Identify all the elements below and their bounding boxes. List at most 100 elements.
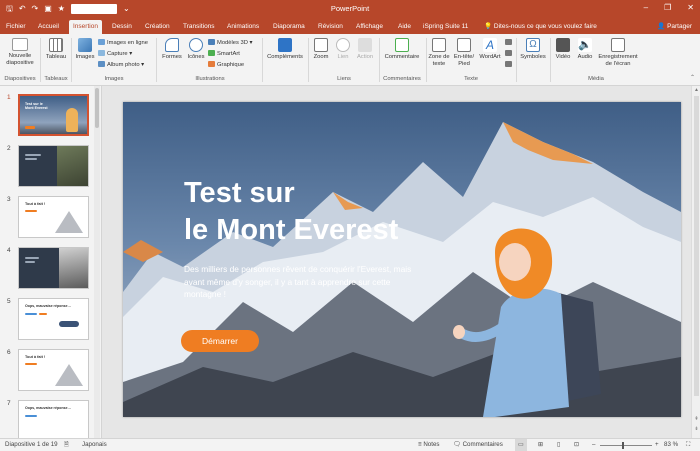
slide-number-button[interactable] [505, 50, 514, 58]
tell-me-search[interactable]: 💡 Dites-nous ce que vous voulez faire [484, 20, 597, 33]
zoom-button[interactable]: Zoom [311, 38, 331, 61]
qat-input-field[interactable] [70, 4, 117, 14]
share-button[interactable]: 👤 Partager [657, 20, 692, 33]
slideshow-view-icon[interactable]: ⊡ [574, 439, 579, 451]
editor-scrollbar-thumb[interactable] [694, 96, 699, 396]
tab-revision[interactable]: Révision [318, 20, 343, 34]
video-button[interactable]: Vidéo [553, 38, 573, 61]
tab-fichier[interactable]: Fichier [6, 20, 26, 34]
header-footer-button[interactable]: En-tête/ Pied [452, 38, 476, 68]
redo-icon[interactable]: ↷ [32, 3, 39, 15]
video-icon [556, 38, 570, 52]
screen-recording-label: Enregistrement de l'écran [598, 54, 638, 67]
date-time-button[interactable] [505, 39, 514, 47]
group-images: Images [104, 76, 124, 82]
zoom-slider[interactable] [600, 445, 652, 446]
zoom-out-icon[interactable]: – [592, 439, 595, 451]
tab-insertion[interactable]: Insertion [69, 20, 102, 34]
tab-accueil[interactable]: Accueil [38, 20, 59, 34]
slide-sorter-icon[interactable]: ⊞ [538, 439, 543, 451]
slide-thumbnail-4[interactable] [18, 247, 89, 289]
zoom-in-icon[interactable]: + [655, 439, 659, 451]
screen-recording-button[interactable]: Enregistrement de l'écran [597, 38, 639, 68]
next-slide-icon[interactable]: ⇟ [693, 426, 700, 432]
textbox-button[interactable]: Zone de texte [428, 38, 450, 68]
table-label: Tableau [45, 54, 67, 60]
table-button[interactable]: Tableau [44, 38, 68, 61]
slide-thumbnail-2[interactable] [18, 145, 89, 187]
editor-vertical-scrollbar[interactable]: ▲ ⇞ ⇟ [691, 86, 700, 438]
start-button[interactable]: Démarrer [181, 330, 259, 352]
comments-button[interactable]: 🗨 Commentaires [453, 439, 503, 451]
online-images-button[interactable]: Images en ligne [98, 39, 148, 47]
slide-thumbnail-5[interactable]: Oops, mauvaise réponse… [18, 298, 89, 340]
thumbnails-scrollbar[interactable] [94, 86, 100, 438]
link-button[interactable]: Lien [333, 38, 353, 61]
new-slide-label: Nouvelle diapositive [6, 53, 34, 66]
icons-button[interactable]: Icônes [185, 38, 207, 61]
collapse-ribbon-icon[interactable]: ⌃ [690, 74, 695, 82]
customize-qat-icon[interactable]: ⌄ [123, 3, 130, 15]
slide-title[interactable]: Test sur le Mont Everest [184, 175, 484, 249]
images-button[interactable]: Images [74, 38, 96, 61]
photo-album-icon [98, 61, 105, 67]
object-button[interactable] [505, 61, 514, 69]
wordart-button[interactable]: A WordArt [478, 38, 502, 61]
normal-view-icon[interactable]: ▭ [515, 439, 527, 451]
fit-to-window-icon[interactable]: ⛶ [686, 439, 690, 451]
previous-slide-icon[interactable]: ⇞ [693, 416, 700, 422]
screenshot-label: Capture [107, 51, 128, 57]
slideshow-icon[interactable]: ▣ [44, 3, 52, 15]
action-button[interactable]: Action [354, 38, 376, 61]
undo-icon[interactable]: ↶ [19, 3, 26, 15]
group-tableaux: Tableaux [44, 76, 68, 82]
notes-button[interactable]: ≡ Notes [418, 439, 440, 451]
minimize-icon[interactable]: – [644, 2, 648, 14]
online-images-label: Images en ligne [107, 40, 148, 46]
smartart-button[interactable]: SmartArt [208, 50, 240, 58]
tab-aide[interactable]: Aide [398, 20, 411, 34]
thumbnail-title: Oops, mauvaise réponse… [25, 406, 72, 410]
tab-creation[interactable]: Création [145, 20, 170, 34]
3d-models-button[interactable]: Modèles 3D ▾ [208, 39, 252, 47]
new-slide-button[interactable]: Nouvelle diapositive [6, 38, 34, 67]
shapes-button[interactable]: Formes [160, 38, 184, 61]
restore-icon[interactable]: ❐ [664, 2, 671, 14]
current-slide[interactable]: Test sur le Mont Everest Des milliers de… [123, 102, 681, 417]
comment-button[interactable]: Commentaire [381, 38, 423, 61]
tab-animations[interactable]: Animations [227, 20, 259, 34]
share-label: Partager [667, 23, 692, 30]
zoom-level[interactable]: 83 % [664, 439, 678, 451]
audio-button[interactable]: 🔈 Audio [575, 38, 595, 61]
reading-view-icon[interactable]: ▯ [557, 439, 560, 451]
tab-dessin[interactable]: Dessin [112, 20, 132, 34]
close-icon[interactable]: ✕ [687, 2, 694, 14]
thumbnail-photo [59, 248, 88, 288]
star-icon[interactable]: ★ [58, 3, 65, 15]
zoom-slider-thumb[interactable] [622, 442, 624, 449]
slide-thumbnail-7[interactable]: Oops, mauvaise réponse… [18, 400, 89, 438]
textbox-label: Zone de texte [428, 54, 450, 67]
spellcheck-icon[interactable]: 🗎 [64, 439, 69, 451]
slide-thumbnail-6[interactable]: Tout à fait ! [18, 349, 89, 391]
photo-album-button[interactable]: Album photo ▾ [98, 61, 144, 69]
header-footer-icon [457, 38, 471, 52]
tab-diaporama[interactable]: Diaporama [273, 20, 305, 34]
group-separator [262, 38, 263, 82]
symbols-button[interactable]: Ω Symboles [518, 38, 548, 61]
thumbnail-character [66, 108, 78, 132]
slide-thumbnail-3[interactable]: Tout à fait ! [18, 196, 89, 238]
addins-button[interactable]: Compléments [264, 38, 306, 61]
chart-button[interactable]: Graphique [208, 61, 244, 69]
link-label: Lien [337, 54, 349, 60]
tab-transitions[interactable]: Transitions [183, 20, 215, 34]
screenshot-button[interactable]: Capture ▾ [98, 50, 132, 58]
thumbnails-scrollbar-thumb[interactable] [95, 88, 99, 128]
tab-ispring[interactable]: iSpring Suite 11 [423, 20, 468, 34]
tab-affichage[interactable]: Affichage [356, 20, 383, 34]
slide-body-text[interactable]: Des milliers de personnes rêvent de conq… [184, 263, 424, 301]
save-icon[interactable]: 🖫 [6, 3, 13, 15]
scroll-up-icon[interactable]: ▲ [693, 87, 700, 93]
slide-thumbnail-1[interactable]: Test sur le Mont Everest [18, 94, 89, 136]
language-indicator[interactable]: Japonais [82, 439, 107, 451]
